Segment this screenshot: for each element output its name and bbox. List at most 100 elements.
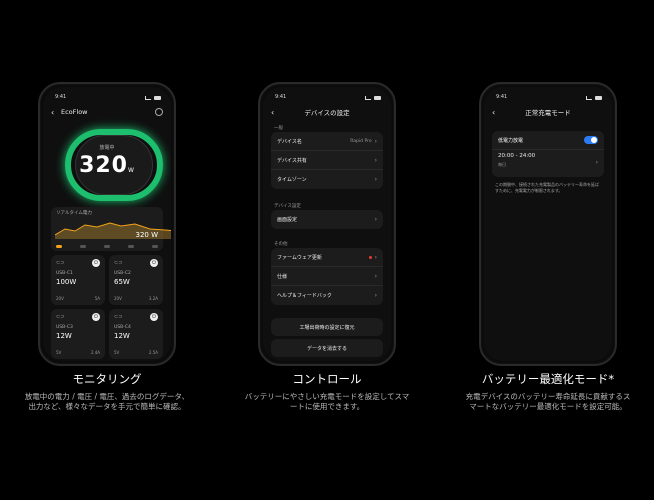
time-range-row[interactable]: 20:00 - 24:00 毎日 › [492,150,604,177]
screen-control: 9:41 ‹ デバイスの設定 一般 デバイス名 Rapid Pro › デバイス共有… [263,87,391,361]
port-watt: 100W [56,278,77,286]
port-amp: 2.4A [90,350,100,355]
link-icon: ⊂⊃ [56,260,65,266]
power-icon[interactable]: ⏻ [150,259,158,267]
chevron-right-icon: › [374,253,377,261]
caption-control: コントロール バッテリーにやさしい充電モードを設定してスマートに使用できます。 [232,371,422,412]
toggle-row[interactable]: 低電力放電 [492,131,604,150]
tab-dot[interactable] [152,245,158,248]
caption-title: コントロール [292,372,362,386]
chevron-right-icon: › [374,156,377,164]
port-card[interactable]: ⊂⊃ ⏻ USB-C3 12W 5V 2.4A [51,309,105,359]
battery-icon [595,96,602,100]
settings-group-general: デバイス名 Rapid Pro › デバイス共有 › タイムゾーン › [271,132,383,189]
back-icon[interactable]: ‹ [492,108,502,117]
row-device-name[interactable]: デバイス名 Rapid Pro › [271,132,383,151]
port-grid: ⊂⊃ ⏻ USB-C1 100W 20V 5A ⊂⊃ ⏻ USB-C2 65W … [51,255,163,359]
row-device-share[interactable]: デバイス共有 › [271,151,383,170]
realtime-tabs [56,245,158,248]
tab-dot[interactable] [80,245,86,248]
row-firmware[interactable]: ファームウェア更新 › [271,248,383,267]
update-badge [368,255,372,259]
row-display[interactable]: 画面設定 › [271,210,383,229]
link-icon: ⊂⊃ [114,314,123,320]
power-icon[interactable]: ⏻ [92,259,100,267]
port-card[interactable]: ⊂⊃ ⏻ USB-C2 65W 20V 3.2A [109,255,163,305]
port-volt: 5V [114,350,120,355]
signal-icon [365,96,371,100]
battery-icon [374,96,381,100]
realtime-value: 320 W [135,231,158,239]
port-name: USB-C3 [56,325,73,330]
chevron-right-icon: › [374,292,377,299]
screen-battery-mode: 9:41 ‹ 正常充電モード 低電力放電 20:00 - 24:00 毎日 › … [484,87,612,361]
port-amp: 5A [94,296,100,301]
tab-dot[interactable] [128,245,134,248]
gauge-value: 320W [79,153,135,178]
back-icon[interactable]: ‹ [271,108,281,117]
status-bar: 9:41 [55,94,161,102]
mode-description: この期間中、接続された充電製品のバッテリー寿命を延ばすために、充電電力が制限され… [495,182,599,193]
row-timezone[interactable]: タイムゾーン › [271,170,383,189]
port-name: USB-C2 [114,271,131,276]
section-label: デバイス設定 [274,204,301,209]
low-power-card: 低電力放電 20:00 - 24:00 毎日 › [492,131,604,177]
port-card[interactable]: ⊂⊃ ⏻ USB-C1 100W 20V 5A [51,255,105,305]
phone-control: 9:41 ‹ デバイスの設定 一般 デバイス名 Rapid Pro › デバイス共有… [258,82,396,366]
port-watt: 12W [56,332,72,340]
caption-monitoring: モニタリング 放電中の電力 / 電圧 / 電圧、過去のログデータ、出力など、様々… [12,371,202,412]
power-icon[interactable]: ⏻ [150,313,158,321]
port-name: USB-C4 [114,325,131,330]
nav-title: デバイスの設定 [304,109,350,117]
toggle-label: 低電力放電 [498,137,524,144]
port-card[interactable]: ⊂⊃ ⏻ USB-C4 12W 5V 2.5A [109,309,163,359]
port-watt: 12W [114,332,130,340]
settings-group-other: ファームウェア更新 › 仕様 › ヘルプ＆フィードバック › [271,248,383,305]
link-icon: ⊂⊃ [114,260,123,266]
port-volt: 5V [56,350,62,355]
settings-group-device: 画面設定 › [271,210,383,229]
realtime-title: リアルタイム電力 [56,211,92,216]
tab-dot[interactable] [56,245,62,248]
time-range: 20:00 - 24:00 [498,153,536,159]
status-time: 9:41 [496,94,508,100]
status-time: 9:41 [275,94,287,100]
gauge-unit: W [128,167,135,174]
battery-icon [154,96,161,100]
nav-title: 正常充電モード [525,109,571,117]
chevron-right-icon: › [374,272,377,280]
caption-text: バッテリーにやさしい充電モードを設定してスマートに使用できます。 [244,392,410,411]
signal-icon [586,96,592,100]
status-bar: 9:41 [275,94,381,102]
time-repeat: 毎日 [498,162,506,167]
section-label: 一般 [274,126,283,131]
gauge-label: 放電中 [99,145,115,151]
power-icon[interactable]: ⏻ [92,313,100,321]
factory-reset-button[interactable]: 工場出荷時の設定に復元 [271,318,383,336]
power-gauge: 放電中 320W [51,127,163,203]
row-help[interactable]: ヘルプ＆フィードバック › [271,286,383,305]
realtime-power-card[interactable]: リアルタイム電力 320 W [51,207,171,251]
port-volt: 20V [114,296,122,301]
chevron-right-icon: › [374,176,377,183]
gear-icon[interactable] [155,108,163,116]
status-bar: 9:41 [496,94,602,102]
chevron-right-icon: › [374,137,377,145]
phone-monitoring: 9:41 ‹ EcoFlow 放電中 320W リアルタイム電力 320 W ⊂… [38,82,176,366]
port-watt: 65W [114,278,130,286]
nav-bar: ‹ デバイスの設定 [271,106,383,118]
low-power-toggle[interactable] [584,136,598,144]
signal-icon [145,96,151,100]
port-name: USB-C1 [56,271,73,276]
screen-monitoring: 9:41 ‹ EcoFlow 放電中 320W リアルタイム電力 320 W ⊂… [43,87,171,361]
tab-dot[interactable] [104,245,110,248]
back-icon[interactable]: ‹ [51,108,61,117]
clear-data-button[interactable]: データを消去する [271,339,383,357]
caption-text: 充電デバイスのバッテリー寿命延長に貢献するスマートなバッテリー最適化モードを設定… [465,392,631,411]
caption-battery-mode: バッテリー最適化モード* 充電デバイスのバッテリー寿命延長に貢献するスマートなバ… [453,371,643,412]
nav-bar: ‹ EcoFlow [51,106,163,118]
port-amp: 3.2A [148,296,158,301]
row-specs[interactable]: 仕様 › [271,267,383,286]
chevron-right-icon: › [374,216,377,223]
caption-title: モニタリング [72,372,142,386]
